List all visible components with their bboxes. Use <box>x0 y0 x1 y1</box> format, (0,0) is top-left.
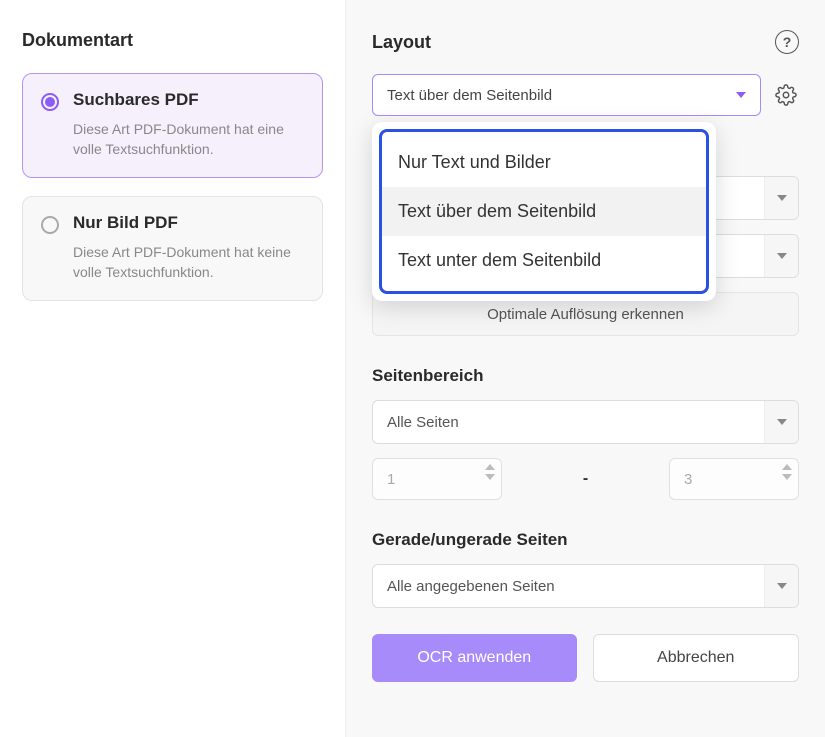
layout-select-value: Text über dem Seitenbild <box>387 87 552 104</box>
chevron-down-icon <box>777 253 787 259</box>
page-range-title: Seitenbereich <box>372 366 799 386</box>
page-range-select-value: Alle Seiten <box>387 414 459 431</box>
dropdown-item[interactable]: Text unter dem Seitenbild <box>382 236 706 285</box>
doc-option-searchable-pdf[interactable]: Suchbares PDF Diese Art PDF-Dokument hat… <box>22 73 323 178</box>
footer-buttons: OCR anwenden Abbrechen <box>372 634 799 682</box>
doc-option-desc: Diese Art PDF-Dokument hat keine volle T… <box>73 243 304 282</box>
dropdown-item[interactable]: Text über dem Seitenbild <box>382 187 706 236</box>
page-to-value: 3 <box>684 471 692 488</box>
page-from-value: 1 <box>387 471 395 488</box>
radio-icon <box>41 93 59 111</box>
chevron-down-icon <box>777 195 787 201</box>
layout-select-wrap: Text über dem Seitenbild Nur Text und Bi… <box>372 74 761 116</box>
chevron-down-icon <box>777 583 787 589</box>
doc-option-title: Nur Bild PDF <box>73 213 304 233</box>
page-to-input[interactable]: 3 <box>669 458 799 500</box>
page-range-select-field[interactable]: Alle Seiten <box>372 400 799 444</box>
odd-even-select-value: Alle angegebenen Seiten <box>387 578 555 595</box>
page-range-numbers: 1 - 3 <box>372 458 799 500</box>
layout-select[interactable]: Text über dem Seitenbild <box>372 74 761 116</box>
odd-even-select[interactable]: Alle angegebenen Seiten <box>372 564 799 608</box>
dropdown-item[interactable]: Nur Text und Bilder <box>382 138 706 187</box>
stepper-up-icon[interactable] <box>485 464 495 470</box>
gear-icon <box>775 84 797 106</box>
radio-icon <box>41 216 59 234</box>
caret-down-icon <box>736 92 746 98</box>
doc-option-content: Suchbares PDF Diese Art PDF-Dokument hat… <box>73 90 304 159</box>
layout-header: Layout ? <box>372 30 799 54</box>
help-icon[interactable]: ? <box>775 30 799 54</box>
stepper[interactable] <box>485 464 495 480</box>
layout-dropdown: Nur Text und Bilder Text über dem Seiten… <box>372 122 716 301</box>
dokumentart-title: Dokumentart <box>22 30 323 51</box>
chevron-down-icon <box>777 419 787 425</box>
caret-box <box>764 235 798 277</box>
layout-title: Layout <box>372 32 431 53</box>
caret-box <box>764 177 798 219</box>
layout-select-row: Text über dem Seitenbild Nur Text und Bi… <box>372 74 799 116</box>
doc-option-image-pdf[interactable]: Nur Bild PDF Diese Art PDF-Dokument hat … <box>22 196 323 301</box>
settings-button[interactable] <box>773 82 799 108</box>
stepper-down-icon[interactable] <box>782 474 792 480</box>
right-panel: Layout ? Text über dem Seitenbild Nur Te… <box>345 0 825 737</box>
range-dash: - <box>512 470 659 488</box>
stepper-up-icon[interactable] <box>782 464 792 470</box>
stepper-down-icon[interactable] <box>485 474 495 480</box>
odd-even-title: Gerade/ungerade Seiten <box>372 530 799 550</box>
stepper[interactable] <box>782 464 792 480</box>
doc-option-title: Suchbares PDF <box>73 90 304 110</box>
odd-even-select-field[interactable]: Alle angegebenen Seiten <box>372 564 799 608</box>
page-from-input[interactable]: 1 <box>372 458 502 500</box>
caret-box <box>764 401 798 443</box>
apply-ocr-button[interactable]: OCR anwenden <box>372 634 577 682</box>
caret-box <box>764 565 798 607</box>
doc-option-desc: Diese Art PDF-Dokument hat eine volle Te… <box>73 120 304 159</box>
doc-option-content: Nur Bild PDF Diese Art PDF-Dokument hat … <box>73 213 304 282</box>
layout-dropdown-inner: Nur Text und Bilder Text über dem Seiten… <box>379 129 709 294</box>
cancel-button[interactable]: Abbrechen <box>593 634 800 682</box>
page-range-select[interactable]: Alle Seiten <box>372 400 799 444</box>
left-panel: Dokumentart Suchbares PDF Diese Art PDF-… <box>0 0 345 737</box>
